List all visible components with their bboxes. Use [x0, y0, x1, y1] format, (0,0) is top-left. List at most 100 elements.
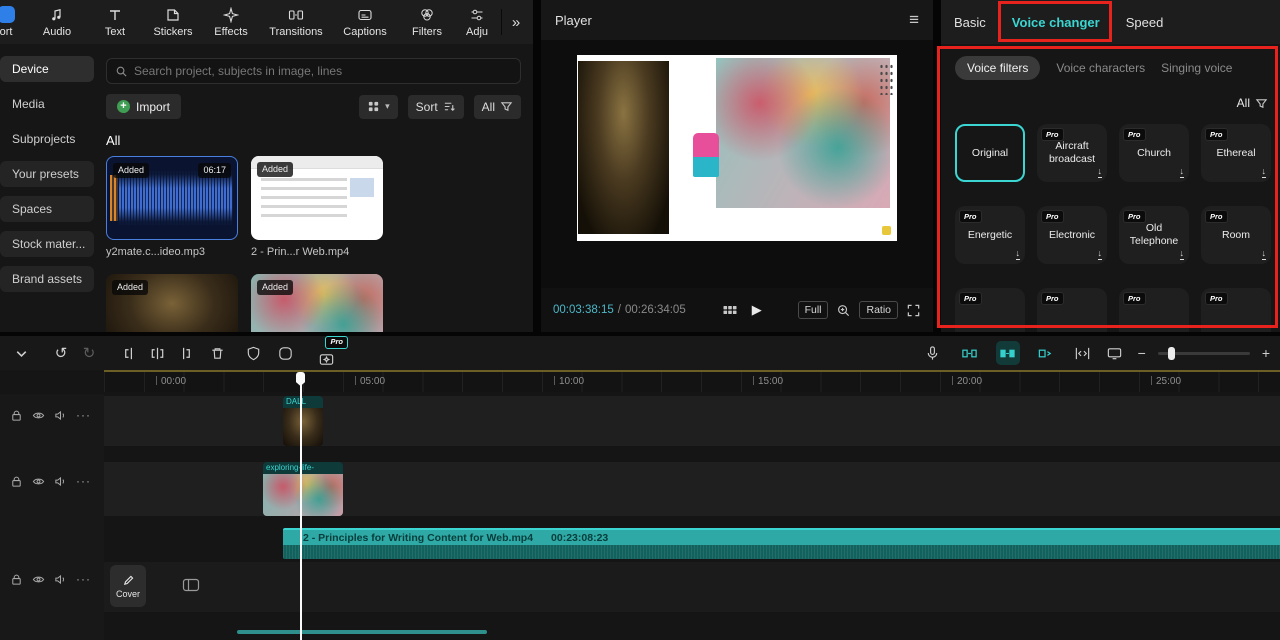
mask-icon[interactable]: [242, 342, 264, 364]
media-item-image-dark[interactable]: Added: [106, 274, 238, 332]
voice-filter-aircraft-broadcast[interactable]: Pro Aircraft broadcast ↓: [1037, 124, 1107, 182]
toolbar-adjust-tab[interactable]: Adju: [456, 7, 498, 38]
ratio-button[interactable]: Ratio: [859, 301, 898, 319]
subtab-singing-voice[interactable]: Singing voice: [1161, 61, 1232, 75]
lock-icon[interactable]: [10, 475, 23, 488]
zoom-in-icon[interactable]: +: [1262, 345, 1270, 361]
fullscreen-icon[interactable]: [906, 303, 921, 318]
player-menu-icon[interactable]: ≡: [909, 10, 919, 30]
track-row-image[interactable]: [104, 396, 1280, 446]
timeline-clip-video[interactable]: exploring-life-: [263, 462, 343, 516]
delete-icon[interactable]: [206, 342, 228, 364]
track-row-main[interactable]: [104, 562, 1280, 612]
auto-ripple-toggle[interactable]: [996, 341, 1020, 365]
drag-handle-dots[interactable]: [879, 63, 894, 95]
import-button[interactable]: + Import: [106, 94, 181, 119]
media-item-audio[interactable]: Added 06:17 y2mate.c...ideo.mp3: [106, 156, 238, 258]
voice-filter-electronic[interactable]: Pro Electronic ↓: [1037, 206, 1107, 264]
mute-icon[interactable]: [54, 475, 67, 488]
cover-button[interactable]: Cover: [110, 565, 146, 607]
timeline-scrollbar[interactable]: [237, 630, 487, 634]
voice-filter-ethereal[interactable]: Pro Ethereal ↓: [1201, 124, 1271, 182]
sidebar-item-spaces[interactable]: Spaces: [0, 196, 94, 222]
toolbar-filters-tab[interactable]: Filters: [398, 7, 456, 38]
view-mode-button[interactable]: ▾: [359, 95, 398, 119]
download-icon[interactable]: ↓: [1180, 167, 1185, 178]
track-more-icon[interactable]: ···: [76, 474, 91, 488]
sidebar-item-device[interactable]: Device: [0, 56, 94, 82]
sidebar-item-brand-assets[interactable]: Brand assets: [0, 266, 94, 292]
toolbar-captions-tab[interactable]: Captions: [332, 7, 398, 38]
subtab-voice-characters[interactable]: Voice characters: [1056, 61, 1145, 75]
eye-icon[interactable]: [32, 475, 45, 488]
toolbar-audio-tab[interactable]: Audio: [28, 7, 86, 38]
track-more-icon[interactable]: ···: [76, 572, 91, 586]
delete-left-icon[interactable]: [118, 342, 140, 364]
tab-basic[interactable]: Basic: [954, 15, 986, 30]
toolbar-import-tab[interactable]: ort: [0, 6, 28, 38]
tab-speed[interactable]: Speed: [1126, 15, 1164, 30]
voice-filter-original[interactable]: Original: [955, 124, 1025, 182]
preview-canvas[interactable]: [577, 55, 897, 241]
zoom-slider-knob[interactable]: [1168, 347, 1175, 360]
more-tools-button[interactable]: »: [505, 14, 527, 31]
sidebar-item-your-presets[interactable]: Your presets: [0, 161, 94, 187]
voice-filter-energetic[interactable]: Pro Energetic ↓: [955, 206, 1025, 264]
main-track-placeholder-icon[interactable]: [182, 577, 200, 593]
download-icon[interactable]: ↓: [1262, 249, 1267, 260]
eye-icon[interactable]: [32, 573, 45, 586]
collapse-tracks-icon[interactable]: [10, 342, 32, 364]
sidebar-item-stock-materials[interactable]: Stock mater...: [0, 231, 94, 257]
sidebar-item-media[interactable]: Media: [0, 91, 94, 117]
mute-icon[interactable]: [54, 409, 67, 422]
redo-icon[interactable]: ↻: [78, 342, 100, 364]
screen-layout-icon[interactable]: [1104, 342, 1126, 364]
filter-funnel-icon[interactable]: [1255, 97, 1268, 110]
timeline-clip-audio[interactable]: 2 - Principles for Writing Content for W…: [283, 528, 1280, 559]
toolbar-stickers-tab[interactable]: Stickers: [144, 7, 202, 38]
play-button[interactable]: ▶: [752, 302, 762, 318]
tab-voice-changer[interactable]: Voice changer: [1012, 15, 1100, 30]
sort-button[interactable]: Sort: [408, 95, 464, 119]
download-icon[interactable]: ↓: [1098, 249, 1103, 260]
mute-icon[interactable]: [54, 573, 67, 586]
download-icon[interactable]: ↓: [1016, 249, 1021, 260]
zoom-fit-icon[interactable]: [836, 303, 851, 318]
filter-all-button[interactable]: All: [474, 95, 521, 119]
timeline-clip-image[interactable]: DALL: [283, 396, 323, 446]
search-input[interactable]: [134, 64, 512, 78]
full-button[interactable]: Full: [798, 301, 829, 319]
download-icon[interactable]: ↓: [1098, 167, 1103, 178]
voice-filter-partial[interactable]: Pro: [1201, 288, 1271, 332]
voice-filter-partial[interactable]: Pro: [955, 288, 1025, 332]
lock-icon[interactable]: [10, 409, 23, 422]
toolbar-effects-tab[interactable]: Effects: [202, 7, 260, 38]
voice-filter-partial[interactable]: Pro: [1037, 288, 1107, 332]
voice-filter-church[interactable]: Pro Church ↓: [1119, 124, 1189, 182]
ai-feature-button[interactable]: Pro: [312, 338, 340, 368]
zoom-out-icon[interactable]: −: [1138, 345, 1146, 361]
delete-right-icon[interactable]: [174, 342, 196, 364]
voice-filter-partial[interactable]: Pro: [1119, 288, 1189, 332]
toolbar-text-tab[interactable]: Text: [86, 7, 144, 38]
timeline-zoom-slider[interactable]: [1158, 352, 1250, 355]
track-more-icon[interactable]: ···: [76, 408, 91, 422]
toolbar-transitions-tab[interactable]: Transitions: [260, 7, 332, 38]
expand-clip-icon[interactable]: [1072, 342, 1094, 364]
split-icon[interactable]: [146, 342, 168, 364]
sidebar-item-subprojects[interactable]: Subprojects: [0, 126, 94, 152]
media-item-image-dna[interactable]: Added: [251, 274, 383, 332]
link-clips-toggle[interactable]: [1034, 341, 1058, 365]
lock-icon[interactable]: [10, 573, 23, 586]
media-item-video[interactable]: Added 2 - Prin...r Web.mp4: [251, 156, 383, 258]
voice-filter-room[interactable]: Pro Room ↓: [1201, 206, 1271, 264]
timeline-ruler[interactable]: 00:00 05:00 10:00 15:00 20:00 25:00: [104, 370, 1280, 392]
subtab-voice-filters[interactable]: Voice filters: [955, 56, 1040, 80]
voice-filter-all-label[interactable]: All: [1237, 96, 1250, 110]
record-voiceover-icon[interactable]: [922, 342, 944, 364]
download-icon[interactable]: ↓: [1262, 167, 1267, 178]
snap-toggle[interactable]: [958, 341, 982, 365]
undo-icon[interactable]: ↺: [50, 342, 72, 364]
download-icon[interactable]: ↓: [1180, 249, 1185, 260]
eye-icon[interactable]: [32, 409, 45, 422]
